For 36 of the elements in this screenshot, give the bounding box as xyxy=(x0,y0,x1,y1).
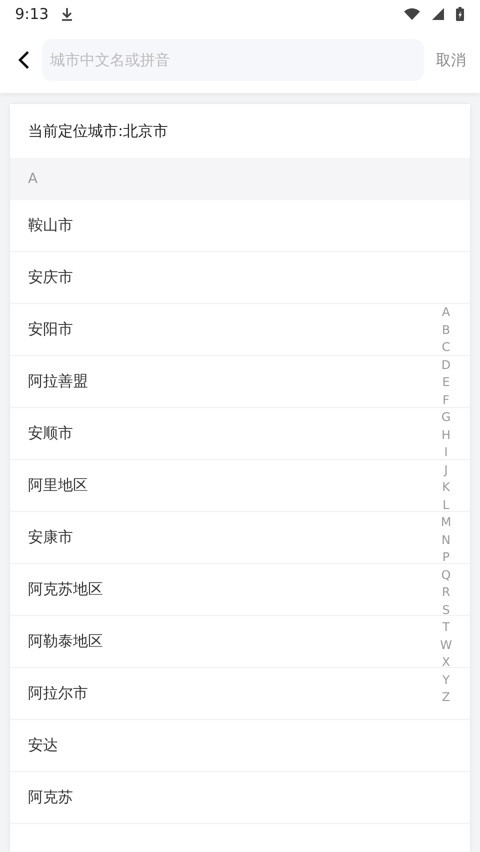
index-letter[interactable]: P xyxy=(442,549,450,566)
index-letter[interactable]: Y xyxy=(442,672,450,689)
index-letter[interactable]: Q xyxy=(441,566,451,584)
index-letter[interactable]: H xyxy=(441,426,451,444)
status-time: 9:13 xyxy=(15,4,49,22)
city-item[interactable]: 鞍山市 xyxy=(10,200,470,252)
index-letter[interactable]: N xyxy=(442,532,450,549)
current-location: 当前定位城市:北京市 xyxy=(27,120,170,142)
download-icon xyxy=(60,6,73,20)
index-letter[interactable]: T xyxy=(442,619,450,636)
signal-icon xyxy=(432,8,444,20)
search-field[interactable]: 城市中文名或拼音 xyxy=(42,39,424,81)
index-letter[interactable]: K xyxy=(442,479,450,496)
wifi-icon xyxy=(404,8,420,20)
index-letter[interactable]: F xyxy=(442,392,450,409)
cancel-button[interactable]: 取消 xyxy=(436,50,466,70)
battery-icon xyxy=(456,6,464,20)
index-letter[interactable]: E xyxy=(442,374,450,392)
index-letter[interactable]: G xyxy=(441,409,451,426)
city-item[interactable]: 阿克苏 xyxy=(10,772,470,824)
city-item[interactable]: 安庆市 xyxy=(10,252,470,304)
index-letter[interactable]: A xyxy=(442,304,450,322)
index-letter[interactable]: C xyxy=(442,339,450,356)
index-letter[interactable]: R xyxy=(442,584,450,602)
city-item[interactable]: 安达 xyxy=(10,720,470,772)
section-header: A xyxy=(10,158,470,200)
index-letter[interactable]: J xyxy=(444,462,448,479)
index-letter[interactable]: W xyxy=(440,636,452,654)
index-letter[interactable]: L xyxy=(442,496,450,514)
index-letter[interactable]: Z xyxy=(442,689,450,706)
index-letter[interactable]: B xyxy=(442,322,450,339)
index-letter[interactable]: S xyxy=(442,602,450,619)
index-letter[interactable]: I xyxy=(444,444,448,462)
index-letter[interactable]: D xyxy=(441,356,451,374)
index-letter[interactable]: M xyxy=(440,514,452,532)
back-icon[interactable] xyxy=(18,50,30,70)
